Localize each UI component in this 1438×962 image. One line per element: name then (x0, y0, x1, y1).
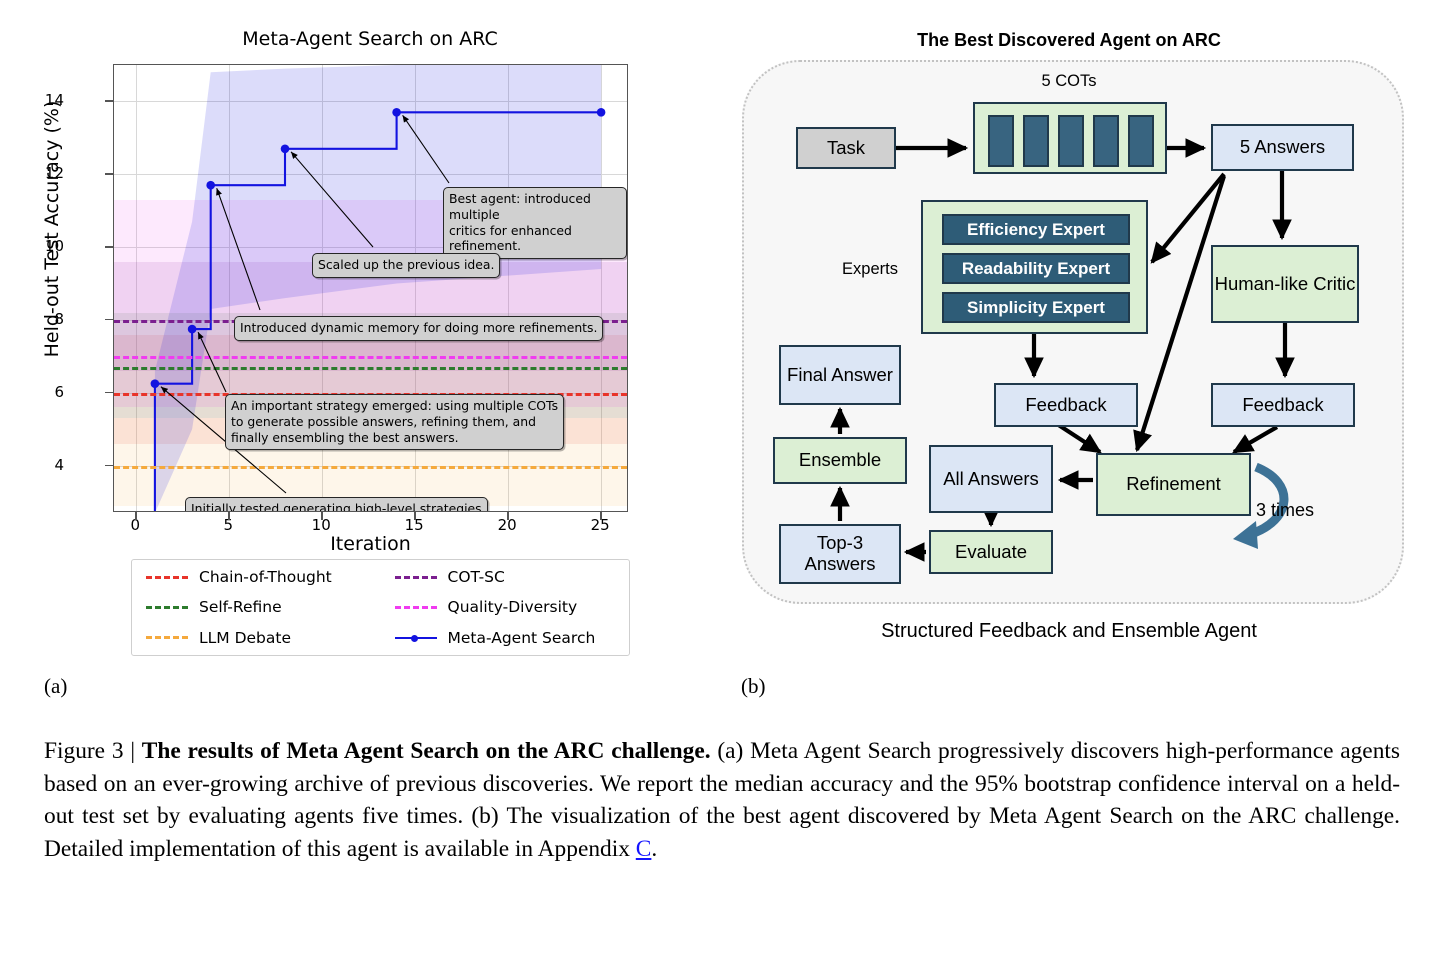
y-tick-mark (105, 464, 113, 467)
node-ensemble[interactable]: Ensemble (773, 437, 907, 484)
legend-item-llm-debate[interactable]: LLM Debate (132, 629, 381, 647)
node-all-answers[interactable]: All Answers (929, 445, 1053, 513)
legend-item-meta-agent-search[interactable]: Meta-Agent Search (381, 629, 630, 647)
legend-swatch (394, 605, 437, 609)
y-tick-mark (105, 100, 113, 102)
figure-caption-prefix: Figure 3 | (44, 738, 142, 764)
node-final-answer[interactable]: Final Answer (779, 345, 901, 405)
sublabel-b: (b) (741, 674, 766, 698)
annot-multiple-cots: An important strategy emerged: using mul… (225, 394, 565, 451)
annot-scaled-up: Scaled up the previous idea. (312, 253, 501, 278)
legend-item-self-refine[interactable]: Self-Refine (132, 598, 381, 616)
annot-initially-tested: Initially tested generating high-level s… (185, 497, 488, 511)
y-tick-label: 10 (44, 237, 64, 256)
y-tick-label: 4 (54, 455, 64, 474)
node-cots-group (973, 102, 1167, 174)
legend-swatch (394, 634, 437, 643)
cot-bar-3 (1058, 115, 1084, 167)
node-task[interactable]: Task (796, 127, 896, 169)
figure-caption-bold: The results of Meta Agent Search on the … (141, 738, 711, 764)
loop-count-label: 3 times (1256, 500, 1315, 520)
annotation-leader-line (290, 151, 374, 248)
legend-item-chain-of-thought[interactable]: Chain-of-Thought (132, 568, 381, 586)
y-tick-label: 6 (54, 382, 64, 401)
figure-caption: Figure 3 | The results of Meta Agent Sea… (44, 735, 1400, 865)
x-tick-mark (414, 512, 416, 520)
loop-arrow-head (1233, 521, 1258, 549)
node-evaluate[interactable]: Evaluate (929, 530, 1053, 574)
chart-plot-area: Best agent: introduced multiple critics … (113, 64, 628, 512)
cot-bar-4 (1093, 115, 1119, 167)
chart-y-axis-label: Held-out Test Accuracy (%) (41, 100, 63, 358)
experts-group-label: Experts (842, 260, 898, 278)
y-tick-label: 14 (44, 91, 64, 110)
legend-item-quality-diversity[interactable]: Quality-Diversity (381, 598, 630, 616)
legend-label: Quality-Diversity (447, 598, 578, 617)
y-tick-mark (105, 246, 113, 248)
node-five-answers[interactable]: 5 Answers (1211, 124, 1354, 171)
annot-best-agent: Best agent: introduced multiple critics … (443, 187, 627, 259)
annotation-leader-line (216, 188, 261, 311)
legend-label: LLM Debate (199, 628, 291, 647)
cot-bar-2 (1023, 115, 1049, 167)
expert-readability[interactable]: Readability Expert (942, 253, 1130, 284)
legend-item-cot-sc[interactable]: COT-SC (381, 568, 630, 586)
y-tick-mark (105, 318, 113, 321)
annotation-leader-line (402, 114, 450, 184)
annotation-leader-line (197, 331, 227, 393)
legend-label: Chain-of-Thought (199, 568, 332, 587)
chart-title: Meta-Agent Search on ARC (242, 28, 498, 50)
chart-legend: Chain-of-Thought COT-SC Self-Refine Quality… (131, 559, 630, 656)
panel-a-chart: Meta-Agent Search on ARC Held-out Test A… (0, 0, 700, 700)
y-tick-mark (105, 173, 113, 175)
diagram-arrow (1055, 422, 1102, 454)
figure-caption-suffix: . (651, 835, 658, 862)
legend-label: COT-SC (447, 568, 505, 587)
x-tick-mark (507, 512, 509, 520)
expert-efficiency[interactable]: Efficiency Expert (942, 214, 1130, 245)
x-tick-mark (321, 512, 323, 520)
chart-x-axis-label: Iteration (330, 533, 411, 555)
legend-swatch (394, 575, 437, 579)
cots-group-label: 5 COTs (1041, 72, 1097, 90)
x-tick-mark (228, 512, 230, 520)
cot-bar-1 (988, 115, 1014, 167)
node-top3-answers[interactable]: Top-3 Answers (779, 524, 901, 584)
sublabel-a: (a) (44, 674, 68, 698)
diagram-arrow (1232, 425, 1279, 454)
y-tick-label: 12 (44, 164, 64, 183)
appendix-link[interactable]: C (636, 836, 652, 862)
y-tick-label: 8 (54, 309, 64, 328)
diagram-caption: Structured Feedback and Ensemble Agent (881, 620, 1257, 642)
expert-simplicity[interactable]: Simplicity Expert (942, 292, 1130, 323)
node-human-like-critic[interactable]: Human-like Critic (1211, 245, 1359, 323)
node-feedback-right[interactable]: Feedback (1211, 383, 1355, 427)
legend-swatch (146, 605, 188, 609)
node-refinement[interactable]: Refinement (1096, 453, 1251, 516)
panel-b-diagram: The Best Discovered Agent on ARC 5 COTs … (700, 0, 1438, 700)
legend-swatch (146, 636, 188, 640)
annot-dynamic-memory: Introduced dynamic memory for doing more… (234, 316, 604, 341)
cot-bar-5 (1128, 115, 1154, 167)
legend-swatch (146, 575, 188, 579)
x-tick-mark (600, 512, 602, 520)
x-tick-mark (135, 512, 137, 520)
y-tick-mark (105, 391, 113, 394)
node-experts-group: Efficiency Expert Readability Expert Sim… (921, 200, 1148, 334)
legend-label: Meta-Agent Search (447, 628, 596, 647)
node-feedback-left[interactable]: Feedback (994, 383, 1138, 427)
legend-label: Self-Refine (199, 598, 282, 617)
